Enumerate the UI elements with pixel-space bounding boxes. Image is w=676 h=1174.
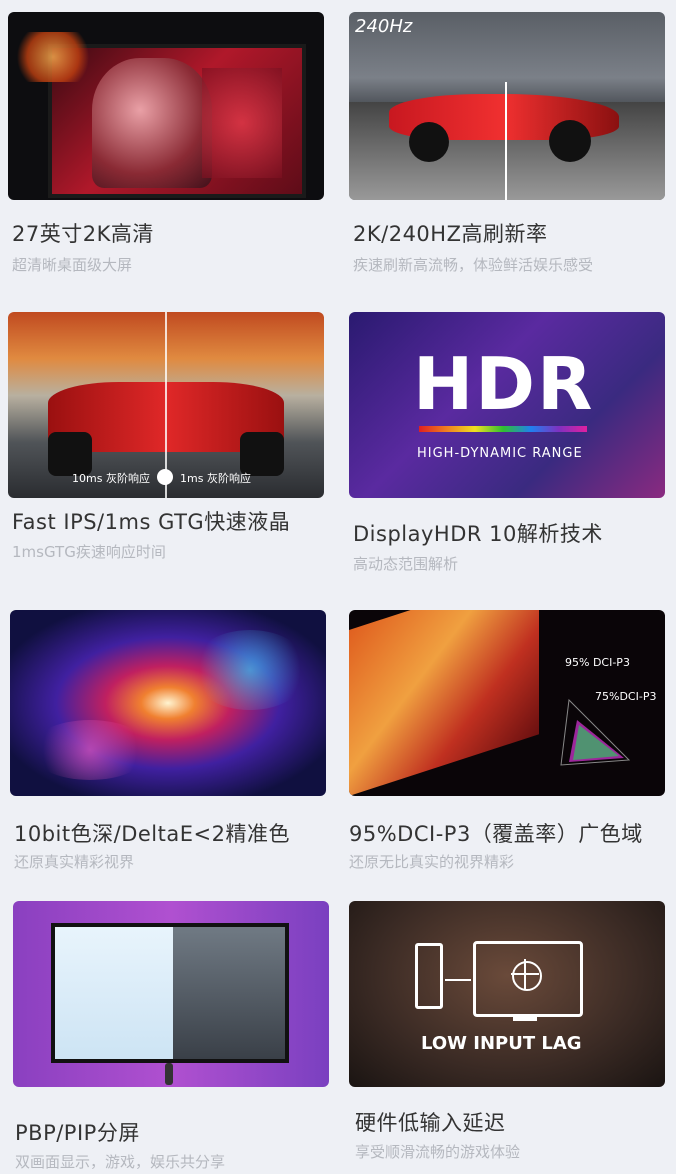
input-lag-image: LOW INPUT LAG	[349, 901, 665, 1087]
race-car-front-image: 10ms 灰阶响应 1ms 灰阶响应	[8, 312, 324, 498]
feature-title: 硬件低输入延迟	[355, 1111, 506, 1135]
hdr-tagline: HIGH-DYNAMIC RANGE	[417, 446, 583, 461]
feature-subtitle: 享受顺滑流畅的游戏体验	[355, 1143, 521, 1161]
fast-response-label: 1ms 灰阶响应	[180, 472, 251, 485]
nebula-image	[10, 610, 326, 796]
feature-subtitle: 疾速刷新高流畅，体验鲜活娱乐感受	[353, 256, 594, 274]
arrow-icon	[445, 979, 471, 981]
hdr-image: HDR HIGH-DYNAMIC RANGE	[349, 312, 665, 498]
gamut-label-95: 95% DCI-P3	[565, 656, 630, 669]
feature-subtitle: 还原无比真实的视界精彩	[349, 853, 515, 871]
feature-title: Fast IPS/1ms GTG快速液晶	[12, 510, 291, 534]
hdr-logo: HDR	[413, 342, 595, 426]
feature-subtitle: 1msGTG疾速响应时间	[12, 543, 166, 561]
split-screen-image	[13, 901, 329, 1087]
crosshair-icon	[512, 961, 542, 991]
input-lag-caption: LOW INPUT LAG	[421, 1033, 582, 1054]
feature-subtitle: 双画面显示，游戏，娱乐共分享	[15, 1153, 226, 1171]
feature-title: 27英寸2K高清	[12, 222, 154, 246]
feature-title: 10bit色深/DeltaE<2精准色	[14, 822, 290, 846]
feature-subtitle: 超清晰桌面级大屏	[12, 256, 133, 274]
feature-subtitle: 高动态范围解析	[353, 555, 459, 573]
monitor-2k-image	[8, 12, 324, 200]
refresh-badge: 240Hz	[355, 16, 413, 37]
color-gamut-image: 95% DCI-P3 75%DCI-P3	[349, 610, 665, 796]
feature-title: DisplayHDR 10解析技术	[353, 522, 603, 546]
feature-subtitle: 还原真实精彩视界	[14, 853, 135, 871]
feature-title: 2K/240HZ高刷新率	[353, 222, 548, 246]
race-car-image: 240Hz	[349, 12, 665, 200]
feature-title: 95%DCI-P3（覆盖率）广色域	[349, 822, 643, 846]
tower-icon	[415, 943, 443, 1009]
slow-response-label: 10ms 灰阶响应	[72, 472, 150, 485]
feature-title: PBP/PIP分屏	[15, 1121, 140, 1145]
gamut-label-75: 75%DCI-P3	[595, 690, 657, 703]
